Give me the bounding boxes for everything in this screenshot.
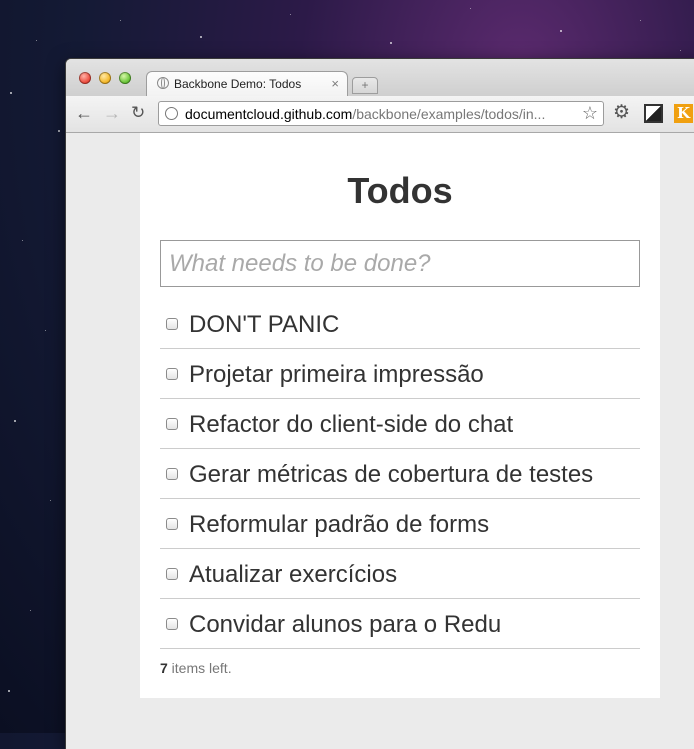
todo-text[interactable]: Gerar métricas de cobertura de testes xyxy=(189,461,593,489)
url-text: documentcloud.github.com/backbone/exampl… xyxy=(185,106,545,122)
tab-backbone-demo[interactable]: Backbone Demo: Todos × xyxy=(146,71,348,97)
zoom-window-button[interactable] xyxy=(119,72,131,84)
todo-checkbox[interactable] xyxy=(166,518,178,530)
new-todo-input[interactable] xyxy=(160,240,640,287)
todo-checkbox[interactable] xyxy=(166,418,178,430)
todo-stats: 7 items left. xyxy=(160,660,232,676)
extension-k-icon[interactable]: K xyxy=(674,104,693,123)
reload-icon[interactable]: ↻ xyxy=(131,104,145,122)
todo-checkbox[interactable] xyxy=(166,568,178,580)
todo-text[interactable]: Convidar alunos para o Redu xyxy=(189,611,501,639)
todo-item: DON'T PANIC xyxy=(160,299,640,349)
todo-checkbox[interactable] xyxy=(166,468,178,480)
forward-arrow-icon[interactable]: → xyxy=(103,104,121,122)
browser-window: Backbone Demo: Todos × + ← → ↻ documentc… xyxy=(66,59,694,749)
browser-toolbar: ← → ↻ documentcloud.github.com/backbone/… xyxy=(66,96,694,133)
settings-gear-icon[interactable]: ⚙ xyxy=(613,103,632,122)
todo-text[interactable]: Atualizar exercícios xyxy=(189,561,397,589)
globe-icon xyxy=(157,77,169,89)
todo-text[interactable]: DON'T PANIC xyxy=(189,311,339,339)
title-bar: Backbone Demo: Todos × + xyxy=(66,59,694,97)
bookmark-star-icon[interactable]: ☆ xyxy=(582,103,598,124)
todo-list: DON'T PANIC Projetar primeira impressão … xyxy=(160,299,640,649)
todo-checkbox[interactable] xyxy=(166,318,178,330)
items-left-label: items left. xyxy=(167,660,232,676)
back-arrow-icon[interactable]: ← xyxy=(75,104,93,122)
items-left-count: 7 xyxy=(160,660,168,676)
minimize-window-button[interactable] xyxy=(99,72,111,84)
url-path: /backbone/examples/todos/in... xyxy=(352,106,546,122)
todo-item: Convidar alunos para o Redu xyxy=(160,599,640,649)
url-host: documentcloud.github.com xyxy=(185,106,353,122)
todo-text[interactable]: Projetar primeira impressão xyxy=(189,361,484,389)
page-content: Todos DON'T PANIC Projetar primeira impr… xyxy=(66,133,694,749)
tab-close-icon[interactable]: × xyxy=(331,76,339,91)
todo-item: Refactor do client-side do chat xyxy=(160,399,640,449)
todo-text[interactable]: Refactor do client-side do chat xyxy=(189,411,513,439)
todo-text[interactable]: Reformular padrão de forms xyxy=(189,511,489,539)
new-tab-button[interactable]: + xyxy=(352,77,378,94)
extension-window-icon[interactable] xyxy=(644,104,663,123)
todo-item: Reformular padrão de forms xyxy=(160,499,640,549)
globe-icon xyxy=(165,107,178,120)
close-window-button[interactable] xyxy=(79,72,91,84)
todo-app: Todos DON'T PANIC Projetar primeira impr… xyxy=(140,133,660,698)
address-bar[interactable]: documentcloud.github.com/backbone/exampl… xyxy=(158,101,604,126)
todo-checkbox[interactable] xyxy=(166,368,178,380)
todo-checkbox[interactable] xyxy=(166,618,178,630)
tab-title: Backbone Demo: Todos xyxy=(174,77,302,91)
page-title: Todos xyxy=(347,170,453,211)
todo-item: Projetar primeira impressão xyxy=(160,349,640,399)
todo-item: Atualizar exercícios xyxy=(160,549,640,599)
todo-item: Gerar métricas de cobertura de testes xyxy=(160,449,640,499)
